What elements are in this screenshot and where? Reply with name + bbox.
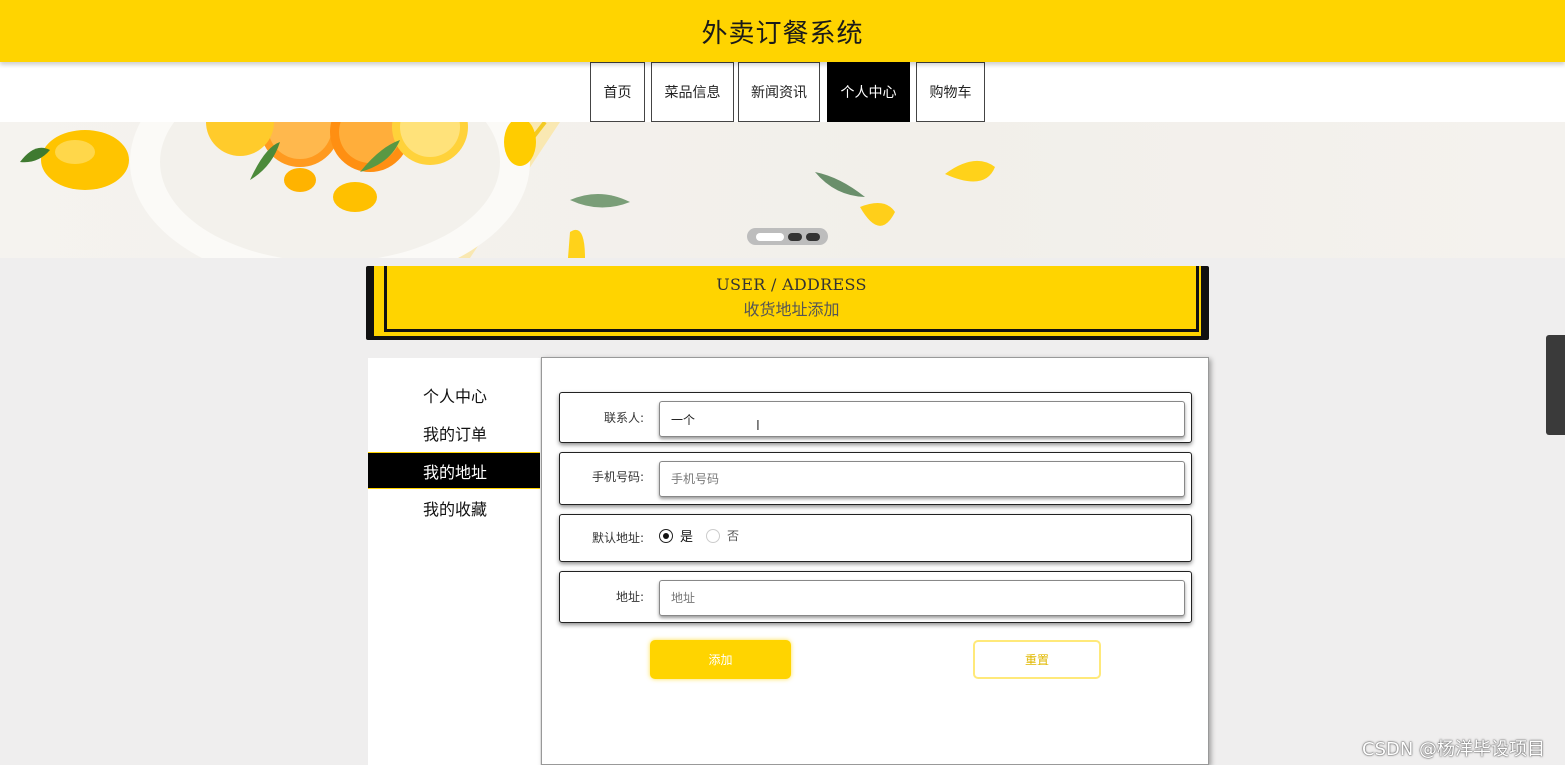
text-cursor-icon: I	[756, 419, 760, 434]
nav-item-cart[interactable]: 购物车	[916, 62, 985, 122]
section-title-box: USER / ADDRESS 收货地址添加	[366, 266, 1209, 340]
reset-button[interactable]: 重置	[973, 640, 1101, 679]
section-title-en: USER / ADDRESS	[716, 275, 867, 294]
form-row-contact: 联系人: I	[559, 392, 1192, 443]
sidebar-item-address[interactable]: 我的地址	[368, 452, 540, 489]
carousel-dot-3[interactable]	[805, 232, 820, 241]
radio-yes-label: 是	[680, 530, 694, 545]
add-button[interactable]: 添加	[650, 640, 791, 679]
form-row-phone: 手机号码:	[559, 452, 1192, 505]
phone-input[interactable]	[659, 461, 1185, 497]
carousel-dot-2[interactable]	[787, 232, 802, 241]
radio-no-label: 否	[727, 529, 740, 543]
phone-label: 手机号码:	[591, 470, 644, 484]
address-label: 地址:	[615, 590, 644, 604]
section-title-cn: 收货地址添加	[743, 300, 840, 319]
radio-yes[interactable]	[659, 528, 673, 543]
default-radio-group: 是 否	[659, 526, 752, 545]
nav-item-home[interactable]: 首页	[590, 62, 645, 122]
form-row-address: 地址:	[559, 571, 1192, 623]
sidebar-item-orders[interactable]: 我的订单	[368, 414, 540, 451]
floating-side-tab[interactable]	[1546, 335, 1565, 435]
contact-label: 联系人:	[603, 411, 644, 425]
nav-item-dishes[interactable]: 菜品信息	[651, 62, 734, 122]
carousel-dot-1[interactable]	[755, 232, 784, 241]
site-title: 外卖订餐系统	[701, 18, 864, 49]
address-input[interactable]	[659, 580, 1185, 616]
sidebar-item-profile[interactable]: 个人中心	[368, 376, 540, 413]
sidebar-item-favorites[interactable]: 我的收藏	[368, 489, 540, 526]
radio-no[interactable]	[706, 528, 721, 543]
default-label: 默认地址:	[591, 531, 644, 545]
nav-item-profile[interactable]: 个人中心	[827, 62, 910, 122]
address-form: 联系人: I 手机号码: 默认地址: 是 否 地址: 添加 重置	[541, 357, 1209, 765]
watermark: CSDN @杨洋毕设项目	[1362, 739, 1546, 760]
main-nav: 首页 菜品信息 新闻资讯 个人中心 购物车	[0, 62, 1565, 122]
site-header: 外卖订餐系统	[0, 0, 1565, 62]
contact-input[interactable]	[659, 401, 1185, 437]
carousel-indicator	[747, 228, 828, 245]
profile-sidebar: 个人中心 我的订单 我的地址 我的收藏	[368, 358, 540, 765]
nav-item-news[interactable]: 新闻资讯	[738, 62, 820, 122]
form-row-default: 默认地址: 是 否	[559, 514, 1192, 562]
